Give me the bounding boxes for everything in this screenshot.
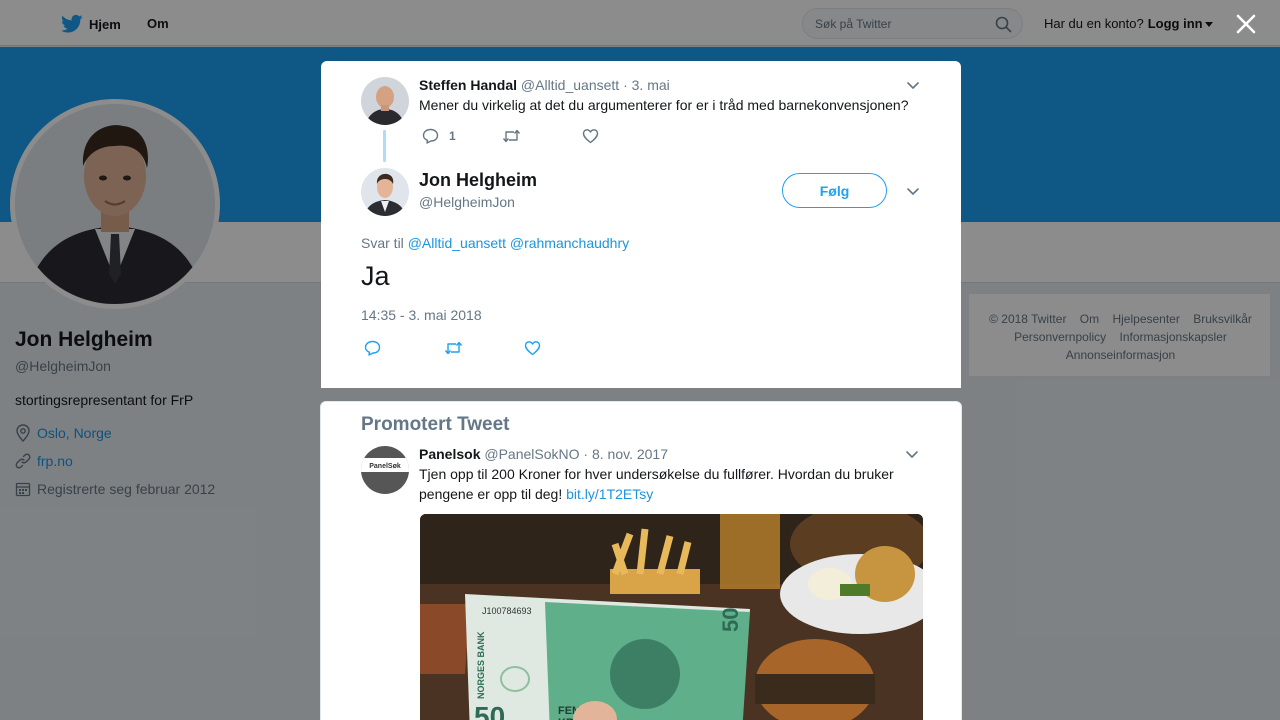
author-handle[interactable]: @PanelSokNO (484, 446, 579, 462)
like-button[interactable] (524, 340, 604, 356)
banknote-denomination-side: 50 (718, 608, 743, 632)
heart-icon (582, 129, 599, 144)
chevron-down-icon[interactable] (906, 184, 920, 198)
retweet-icon (502, 129, 521, 143)
reply-button[interactable] (364, 340, 444, 356)
main-tweet-actions (364, 340, 604, 356)
main-tweet-timestamp[interactable]: 14:35 - 3. mai 2018 (361, 307, 482, 323)
avatar[interactable] (361, 77, 409, 125)
mention-link[interactable]: @Alltid_uansett (408, 235, 506, 251)
promoted-tweet-card: Promotert Tweet PanelSøk Panelsok @Panel… (320, 401, 962, 720)
like-button[interactable] (582, 128, 662, 144)
main-tweet-text: Ja (361, 261, 390, 291)
retweet-button[interactable] (502, 128, 582, 144)
mention-link[interactable]: @rahmanchaudhry (510, 235, 629, 251)
avatar[interactable]: PanelSøk (361, 446, 409, 494)
avatar[interactable] (361, 168, 409, 216)
promoted-text-body: Tjen opp til 200 Kroner for hver undersø… (419, 466, 894, 502)
reply-prefix: Svar til (361, 235, 404, 251)
reply-count: 1 (449, 129, 456, 143)
promoted-tweet-header: Panelsok @PanelSokNO · 8. nov. 2017 (419, 446, 668, 462)
tweet-date[interactable]: · 8. nov. 2017 (583, 446, 668, 462)
promoted-link[interactable]: bit.ly/1T2ETsy (566, 486, 653, 502)
heart-icon (524, 341, 541, 356)
panelsok-logo-text: PanelSøk (369, 463, 401, 470)
author-name[interactable]: Steffen Handal (419, 77, 517, 93)
author-name[interactable]: Panelsok (419, 446, 480, 462)
parent-tweet-actions: 1 (422, 128, 662, 144)
tweet-modal: Steffen Handal @Alltid_uansett · 3. mai … (321, 61, 961, 388)
banknote-denomination: 50 (474, 701, 505, 720)
retweet-icon (444, 341, 463, 355)
reply-to-line: Svar til @Alltid_uansett @rahmanchaudhry (361, 235, 629, 251)
follow-button[interactable]: Følg (782, 173, 887, 208)
thread-connector (383, 130, 386, 162)
chevron-down-icon[interactable] (906, 78, 920, 92)
close-icon[interactable] (1233, 11, 1259, 37)
retweet-button[interactable] (444, 340, 524, 356)
banknote-bank-label: NORGES BANK (476, 631, 486, 699)
main-tweet-author-handle[interactable]: @HelgheimJon (419, 194, 515, 210)
main-tweet-author-name[interactable]: Jon Helgheim (419, 170, 537, 191)
reply-button[interactable]: 1 (422, 128, 502, 144)
tweet-date[interactable]: · 3. mai (623, 77, 670, 93)
reply-icon (422, 128, 439, 144)
promoted-tweet-text: Tjen opp til 200 Kroner for hver undersø… (419, 464, 919, 504)
reply-icon (364, 340, 381, 356)
chevron-down-icon[interactable] (905, 447, 919, 461)
promoted-header: Promotert Tweet (361, 414, 510, 435)
banknote-serial: J100784693 (482, 606, 532, 616)
parent-tweet-text: Mener du virkelig at det du argumenterer… (419, 97, 909, 113)
parent-tweet-header: Steffen Handal @Alltid_uansett · 3. mai (419, 77, 670, 93)
author-handle[interactable]: @Alltid_uansett (521, 77, 619, 93)
promoted-image[interactable]: J100784693 NORGES BANK 50 50 FEM KR (420, 514, 923, 720)
